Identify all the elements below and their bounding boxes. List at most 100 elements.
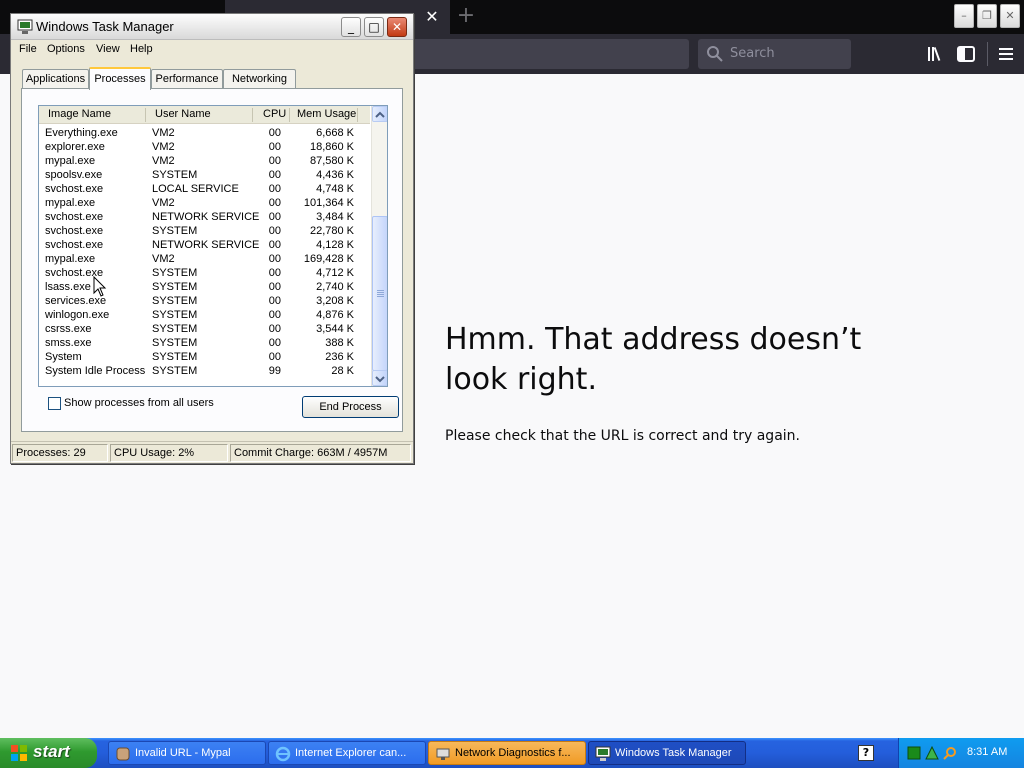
task-manager-title-bar[interactable]: Windows Task Manager _ □ ✕ [11, 14, 413, 40]
process-mem: 28 K [331, 365, 354, 377]
help-icon[interactable]: ? [858, 745, 874, 761]
process-mem: 22,780 K [309, 225, 354, 237]
scroll-thumb[interactable] [372, 216, 387, 371]
process-cpu: 00 [268, 295, 281, 307]
process-mem: 3,544 K [316, 323, 354, 335]
process-row[interactable]: System SYSTEM 00 236 K [39, 350, 370, 364]
process-mem: 388 K [325, 337, 354, 349]
process-row[interactable]: smss.exe SYSTEM 00 388 K [39, 336, 370, 350]
process-name: mypal.exe [45, 253, 96, 265]
taskbar-button[interactable]: Invalid URL - Mypal [108, 741, 266, 765]
process-row[interactable]: svchost.exe LOCAL SERVICE 00 4,748 K [39, 182, 370, 196]
process-cpu: 00 [268, 351, 281, 363]
process-row[interactable]: mypal.exe VM2 00 169,428 K [39, 252, 370, 266]
column-cpu[interactable]: CPU [263, 108, 286, 120]
column-divider[interactable] [145, 108, 146, 122]
process-row[interactable]: mypal.exe VM2 00 87,580 K [39, 154, 370, 168]
network-status-icon[interactable] [907, 746, 921, 760]
process-row[interactable]: System Idle Process SYSTEM 99 28 K [39, 364, 370, 378]
menu-help[interactable]: Help [130, 43, 153, 55]
process-mem: 87,580 K [309, 155, 354, 167]
tab-performance[interactable]: Performance [151, 69, 223, 89]
process-cpu: 00 [268, 197, 281, 209]
tm-minimize-button[interactable]: _ [341, 17, 361, 37]
process-row[interactable]: lsass.exe SYSTEM 00 2,740 K [39, 280, 370, 294]
process-mem: 4,748 K [316, 183, 354, 195]
process-row[interactable]: csrss.exe SYSTEM 00 3,544 K [39, 322, 370, 336]
process-user: VM2 [152, 127, 175, 139]
process-list-scrollbar[interactable] [371, 106, 387, 386]
browser-close-button[interactable]: ✕ [1000, 4, 1020, 28]
process-row[interactable]: services.exe SYSTEM 00 3,208 K [39, 294, 370, 308]
process-name: System [45, 351, 82, 363]
show-all-processes-checkbox[interactable] [48, 397, 61, 410]
process-cpu: 00 [268, 253, 281, 265]
tab-close-icon[interactable]: ✕ [422, 6, 442, 28]
process-list[interactable]: Image Name User Name CPU Mem Usage Every… [38, 105, 388, 387]
process-row[interactable]: svchost.exe SYSTEM 00 22,780 K [39, 224, 370, 238]
process-user: SYSTEM [152, 351, 198, 363]
process-cpu: 00 [268, 309, 281, 321]
process-user: SYSTEM [152, 281, 198, 293]
start-label: start [33, 742, 70, 761]
error-title: Hmm. That address doesn’t look right. [445, 322, 862, 397]
column-mem-usage[interactable]: Mem Usage [297, 108, 356, 120]
process-name: svchost.exe [45, 225, 104, 237]
search-bar[interactable]: Search [698, 39, 851, 69]
tm-maximize-button[interactable]: □ [364, 17, 384, 37]
tab-applications[interactable]: Applications [22, 69, 89, 89]
sidebar-icon[interactable] [956, 44, 976, 64]
taskbar-button[interactable]: Windows Task Manager [588, 741, 746, 765]
process-name: csrss.exe [45, 323, 92, 335]
new-tab-icon[interactable]: + [456, 4, 476, 28]
end-process-button[interactable]: End Process [302, 396, 399, 418]
tab-processes[interactable]: Processes [89, 67, 151, 90]
show-all-processes-label[interactable]: Show processes from all users [64, 397, 214, 409]
taskbar: start Invalid URL - Mypal Internet Explor… [0, 738, 1024, 768]
process-name: svchost.exe [45, 211, 104, 223]
process-row[interactable]: mypal.exe VM2 00 101,364 K [39, 196, 370, 210]
menu-view[interactable]: View [96, 43, 120, 55]
menu-icon[interactable] [996, 44, 1016, 64]
column-divider[interactable] [357, 108, 358, 122]
process-row[interactable]: svchost.exe SYSTEM 00 4,712 K [39, 266, 370, 280]
process-name: smss.exe [45, 337, 92, 349]
column-user-name[interactable]: User Name [155, 108, 211, 120]
tab-networking[interactable]: Networking [223, 69, 296, 89]
process-row[interactable]: Everything.exe VM2 00 6,668 K [39, 126, 370, 140]
tm-close-button[interactable]: ✕ [387, 17, 407, 37]
menu-file[interactable]: File [19, 43, 37, 55]
scroll-up-button[interactable] [372, 106, 387, 122]
scroll-down-button[interactable] [372, 370, 387, 386]
column-divider[interactable] [289, 108, 290, 122]
process-row[interactable]: winlogon.exe SYSTEM 00 4,876 K [39, 308, 370, 322]
taskbar-button-label: Network Diagnostics f... [455, 747, 571, 759]
browser-restore-button[interactable]: ❐ [977, 4, 997, 28]
menu-options[interactable]: Options [47, 43, 85, 55]
search-icon [707, 46, 723, 62]
column-image-name[interactable]: Image Name [48, 108, 111, 120]
column-divider[interactable] [252, 108, 253, 122]
security-alert-icon[interactable] [925, 746, 939, 760]
library-icon[interactable] [925, 44, 945, 64]
process-user: SYSTEM [152, 295, 198, 307]
window-title: Windows Task Manager [36, 19, 174, 34]
start-button[interactable]: start [0, 738, 97, 768]
process-row[interactable]: explorer.exe VM2 00 18,860 K [39, 140, 370, 154]
taskbar-button[interactable]: Network Diagnostics f... [428, 741, 586, 765]
process-row[interactable]: svchost.exe NETWORK SERVICE 00 4,128 K [39, 238, 370, 252]
process-user: SYSTEM [152, 169, 198, 181]
windows-logo-icon [11, 745, 27, 761]
status-commit-charge: Commit Charge: 663M / 4957M [230, 444, 411, 462]
search-tool-icon[interactable] [943, 746, 957, 760]
scroll-grip [377, 296, 384, 297]
process-row[interactable]: spoolsv.exe SYSTEM 00 4,436 K [39, 168, 370, 182]
browser-minimize-button[interactable]: – [954, 4, 974, 28]
process-row[interactable]: svchost.exe NETWORK SERVICE 00 3,484 K [39, 210, 370, 224]
task-manager-icon [595, 746, 611, 761]
process-user: VM2 [152, 197, 175, 209]
process-cpu: 00 [268, 239, 281, 251]
url-bar[interactable] [410, 39, 689, 69]
taskbar-button[interactable]: Internet Explorer can... [268, 741, 426, 765]
process-user: VM2 [152, 141, 175, 153]
